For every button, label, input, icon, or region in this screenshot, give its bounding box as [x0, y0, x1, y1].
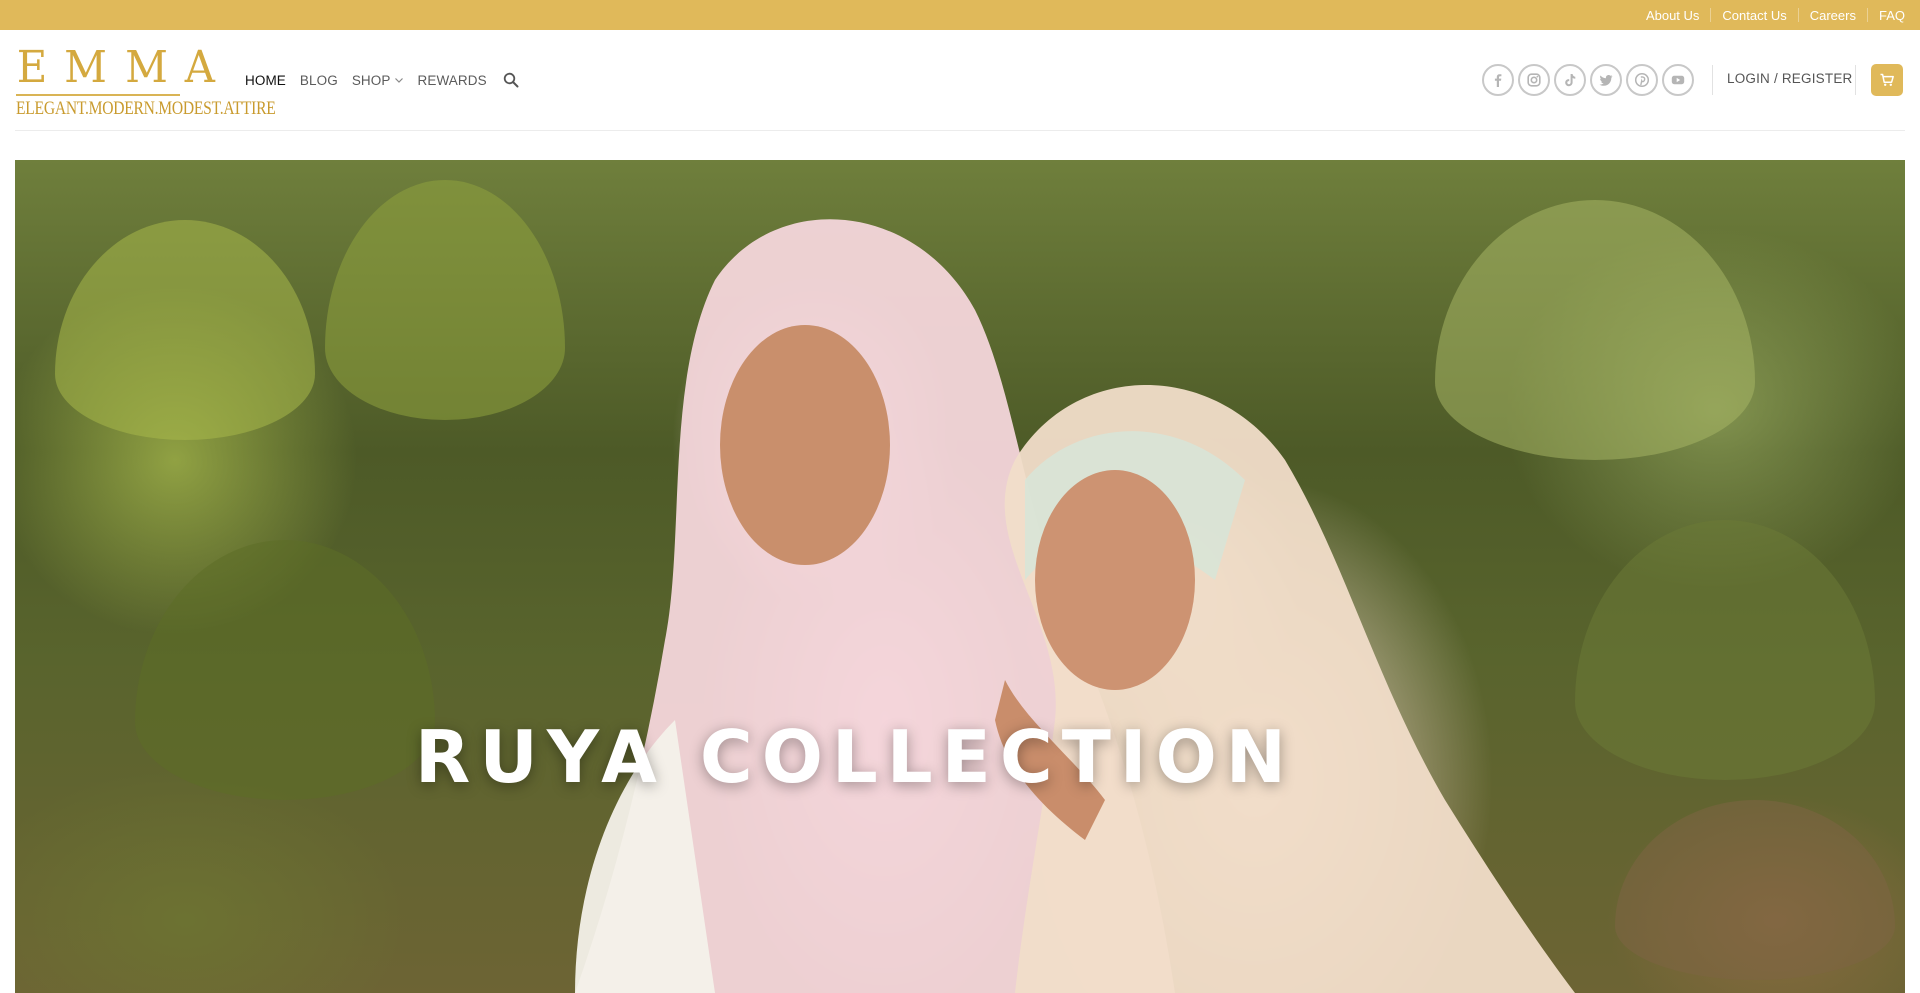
hero-banner[interactable]: RUYA COLLECTION — [15, 160, 1905, 993]
logo-letter: M — [64, 42, 108, 93]
pinterest-button[interactable] — [1626, 64, 1658, 96]
pinterest-icon — [1634, 72, 1650, 88]
top-bar-divider — [1710, 8, 1712, 22]
careers-link[interactable]: Careers — [1810, 8, 1856, 23]
logo-letter: A — [184, 42, 216, 93]
header-divider-vertical — [1855, 65, 1856, 95]
twitter-icon — [1599, 75, 1613, 86]
facebook-icon — [1494, 74, 1502, 87]
top-bar-divider — [1866, 8, 1868, 22]
logo-letter: E — [16, 42, 48, 93]
nav-item-shop[interactable]: SHOP — [352, 73, 404, 88]
contact-us-link[interactable]: Contact Us — [1722, 8, 1786, 23]
site-logo[interactable]: E M M A ELEGANT.MODERN.MODEST.ATTIRE — [16, 46, 276, 120]
login-register-link[interactable]: LOGIN / REGISTER — [1727, 71, 1852, 86]
top-bar-divider — [1797, 8, 1799, 22]
top-bar-links: About Us Contact Us Careers FAQ — [1646, 0, 1905, 30]
instagram-icon — [1527, 73, 1541, 87]
cart-button[interactable] — [1871, 64, 1903, 96]
facebook-button[interactable] — [1482, 64, 1514, 96]
chevron-down-icon — [394, 78, 403, 83]
hero-title: RUYA COLLECTION — [414, 715, 1296, 799]
twitter-button[interactable] — [1590, 64, 1622, 96]
faq-link[interactable]: FAQ — [1879, 8, 1905, 23]
nav-item-home[interactable]: HOME — [245, 73, 286, 88]
logo-tagline: ELEGANT.MODERN.MODEST.ATTIRE — [16, 94, 276, 120]
about-us-link[interactable]: About Us — [1646, 8, 1699, 23]
main-nav: HOME BLOG SHOP REWARDS — [245, 65, 519, 95]
hero-models-illustration — [575, 219, 1575, 993]
top-bar: About Us Contact Us Careers FAQ — [0, 0, 1920, 30]
nav-item-shop-label: SHOP — [351, 72, 391, 88]
cart-icon — [1880, 73, 1894, 86]
logo-letter: M — [124, 42, 168, 93]
header-divider — [15, 130, 1905, 131]
youtube-button[interactable] — [1662, 64, 1694, 96]
search-icon[interactable] — [503, 72, 519, 88]
nav-item-blog[interactable]: BLOG — [300, 73, 338, 88]
social-links — [1482, 64, 1698, 96]
nav-item-rewards[interactable]: REWARDS — [418, 73, 487, 88]
tiktok-button[interactable] — [1554, 64, 1586, 96]
instagram-button[interactable] — [1518, 64, 1550, 96]
logo-wordmark: E M M A — [16, 46, 216, 90]
header-divider-vertical — [1712, 65, 1713, 95]
tiktok-icon — [1565, 74, 1576, 87]
youtube-icon — [1671, 75, 1685, 85]
